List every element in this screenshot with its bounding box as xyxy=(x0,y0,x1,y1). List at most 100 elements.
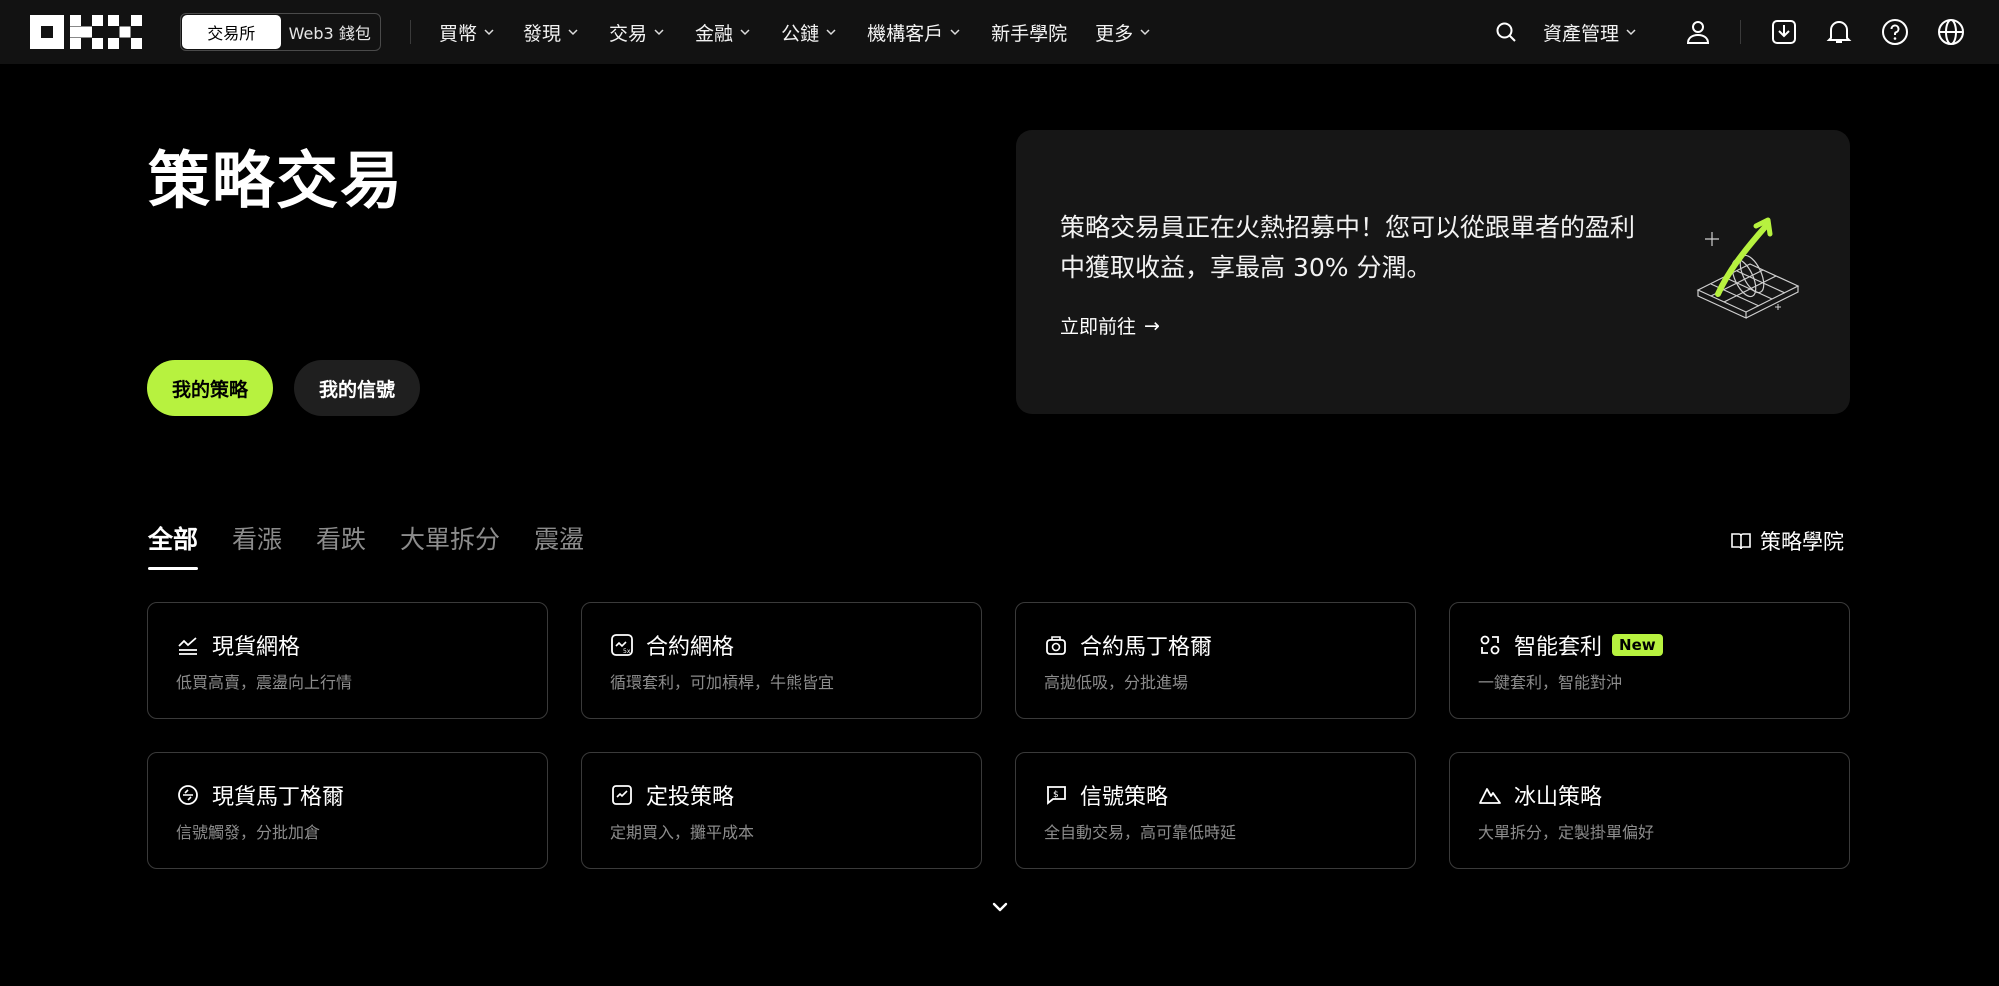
nav-label: 新手學院 xyxy=(991,22,1068,45)
strategy-academy-link[interactable]: 策略學院 xyxy=(1730,526,1844,556)
nav-label: 更多 xyxy=(1095,22,1134,45)
nav-label: 交易 xyxy=(609,22,648,45)
strategy-card-iceberg[interactable]: 冰山策略 大單拆分，定製掛單偏好 xyxy=(1449,752,1850,869)
growth-chart-illustration xyxy=(1696,217,1800,319)
svg-text:5x: 5x xyxy=(623,648,631,655)
my-signals-button[interactable]: 我的信號 xyxy=(294,360,420,416)
strategy-card-futures-grid[interactable]: 5x 合約網格 循環套利，可加槓桿，牛熊皆宜 xyxy=(581,602,982,719)
strategy-tabs: 全部 看漲 看跌 大單拆分 震盪 xyxy=(148,520,584,570)
smart-arbitrage-icon xyxy=(1480,635,1500,655)
nav-discover[interactable]: 發現 xyxy=(523,0,579,64)
card-desc: 一鍵套利，智能對沖 xyxy=(1478,673,1623,692)
chevron-down-icon xyxy=(740,29,750,36)
card-desc: 高拋低吸，分批進場 xyxy=(1044,673,1189,692)
card-desc: 低買高賣，震盪向上行情 xyxy=(176,673,353,692)
asset-management-label: 資產管理 xyxy=(1543,22,1620,45)
nav-label: 買幣 xyxy=(439,22,478,45)
tab-all[interactable]: 全部 xyxy=(148,520,199,570)
chevron-down-icon xyxy=(992,902,1008,912)
card-title-text: 合約馬丁格爾 xyxy=(1080,635,1213,660)
nav-label: 金融 xyxy=(695,22,734,45)
academy-label: 策略學院 xyxy=(1760,530,1844,554)
chevron-down-icon xyxy=(654,29,664,36)
download-icon xyxy=(1772,20,1796,44)
card-title: 現貨馬丁格爾 xyxy=(176,779,344,811)
asset-management-menu[interactable]: 資產管理 xyxy=(1543,0,1637,64)
tab-bearish[interactable]: 看跌 xyxy=(316,520,366,570)
nav-learn[interactable]: 新手學院 xyxy=(991,0,1067,64)
card-desc: 信號觸發，分批加倉 xyxy=(176,823,321,842)
card-title-text: 現貨馬丁格爾 xyxy=(212,785,345,810)
card-title: 合約馬丁格爾 xyxy=(1044,629,1212,661)
promo-link-label: 立即前往 xyxy=(1060,316,1137,338)
nav-public-chain[interactable]: 公鏈 xyxy=(781,0,837,64)
card-title-text: 現貨網格 xyxy=(212,635,301,660)
my-strategies-button[interactable]: 我的策略 xyxy=(147,360,273,416)
notifications-button[interactable] xyxy=(1825,18,1853,46)
card-title-text: 冰山策略 xyxy=(1514,785,1603,810)
signal-strategy-icon: $ xyxy=(1047,786,1066,805)
card-desc: 定期買入，攤平成本 xyxy=(610,823,755,842)
strategy-card-recurring-buy[interactable]: 定投策略 定期買入，攤平成本 xyxy=(581,752,982,869)
search-button[interactable] xyxy=(1492,18,1520,46)
nav-label: 發現 xyxy=(523,22,562,45)
card-desc: 循環套利，可加槓桿，牛熊皆宜 xyxy=(610,673,835,692)
chevron-down-icon xyxy=(484,29,494,36)
card-title: 定投策略 xyxy=(610,779,734,811)
iceberg-icon xyxy=(1479,788,1501,804)
expand-more-button[interactable] xyxy=(989,898,1011,916)
top-nav: 交易所 Web3 錢包 買幣 發現 交易 金融 公鏈 機構客戶 新手學院 更多 … xyxy=(0,0,1999,64)
strategy-card-spot-grid[interactable]: 現貨網格 低買高賣，震盪向上行情 xyxy=(147,602,548,719)
bell-icon xyxy=(1826,21,1852,43)
switch-exchange[interactable]: 交易所 xyxy=(182,15,281,49)
strategy-card-spot-martingale[interactable]: 現貨馬丁格爾 信號觸發，分批加倉 xyxy=(147,752,548,869)
nav-divider xyxy=(410,20,411,44)
nav-divider xyxy=(1740,20,1741,44)
chevron-down-icon xyxy=(1626,29,1636,36)
search-icon xyxy=(1496,22,1516,42)
nav-links: 買幣 發現 交易 金融 公鏈 機構客戶 新手學院 更多 xyxy=(439,0,1151,64)
card-title-text: 定投策略 xyxy=(646,785,735,810)
tab-range[interactable]: 震盪 xyxy=(534,520,584,570)
chevron-down-icon xyxy=(1140,29,1150,36)
strategy-card-signal-strategy[interactable]: $ 信號策略 全自動交易，高可靠低時延 xyxy=(1015,752,1416,869)
download-button[interactable] xyxy=(1770,18,1798,46)
nav-more[interactable]: 更多 xyxy=(1095,0,1151,64)
book-icon xyxy=(1731,533,1751,550)
card-title-text: 信號策略 xyxy=(1080,785,1169,810)
help-icon xyxy=(1882,19,1908,45)
arrow-right-icon: → xyxy=(1144,314,1160,337)
card-desc: 全自動交易，高可靠低時延 xyxy=(1044,823,1237,842)
promo-banner: 策略交易員正在火熱招募中！您可以從跟單者的盈利中獲取收益，享最高 30% 分潤。… xyxy=(1016,130,1850,414)
chevron-down-icon xyxy=(568,29,578,36)
promo-go-link[interactable]: 立即前往 → xyxy=(1060,312,1160,339)
spot-grid-icon xyxy=(178,637,197,655)
card-title: $ 信號策略 xyxy=(1044,779,1168,811)
chevron-down-icon xyxy=(950,29,960,36)
strategy-card-futures-martingale[interactable]: 合約馬丁格爾 高拋低吸，分批進場 xyxy=(1015,602,1416,719)
nav-label: 機構客戶 xyxy=(867,22,944,45)
nav-label: 公鏈 xyxy=(781,22,820,45)
globe-icon xyxy=(1938,19,1964,45)
nav-buy-crypto[interactable]: 買幣 xyxy=(439,0,495,64)
okx-logo[interactable] xyxy=(30,15,142,49)
strategy-card-smart-arbitrage[interactable]: 智能套利 New 一鍵套利，智能對沖 xyxy=(1449,602,1850,719)
card-title-text: 智能套利 xyxy=(1514,635,1603,660)
page-title: 策略交易 xyxy=(148,144,405,217)
chevron-down-icon xyxy=(826,29,836,36)
language-button[interactable] xyxy=(1937,18,1965,46)
card-title: 智能套利 New xyxy=(1478,629,1663,661)
card-title: 5x 合約網格 xyxy=(610,629,734,661)
nav-trade[interactable]: 交易 xyxy=(609,0,665,64)
tab-large-order-split[interactable]: 大單拆分 xyxy=(400,520,500,570)
nav-finance[interactable]: 金融 xyxy=(695,0,751,64)
futures-martingale-icon xyxy=(1046,636,1066,655)
switch-web3-wallet[interactable]: Web3 錢包 xyxy=(281,15,380,49)
tab-bullish[interactable]: 看漲 xyxy=(232,520,282,570)
card-title-text: 合約網格 xyxy=(646,635,735,660)
nav-institutional[interactable]: 機構客戶 xyxy=(867,0,961,64)
new-badge: New xyxy=(1612,634,1663,656)
card-desc: 大單拆分，定製掛單偏好 xyxy=(1478,823,1655,842)
help-button[interactable] xyxy=(1881,18,1909,46)
account-button[interactable] xyxy=(1684,18,1712,46)
